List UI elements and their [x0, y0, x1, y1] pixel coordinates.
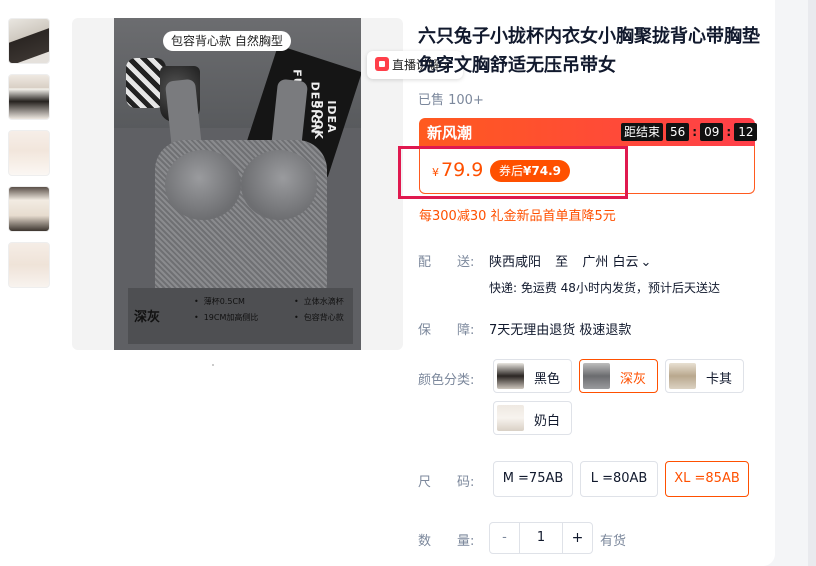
- coupon-info[interactable]: 每300减30 礼金新品首单直降5元: [419, 205, 616, 224]
- quantity-increment-button[interactable]: +: [562, 523, 592, 553]
- shipping-detail: 快递: 免运费 48小时内发货，预计后天送达: [489, 281, 720, 295]
- live-icon: [375, 57, 389, 71]
- product-bra: [149, 78, 334, 300]
- spec-list-left: 薄杯0.5CM 19CM加高侧比: [194, 294, 259, 326]
- promo-banner: 新风潮 距结束 56:09:12: [419, 118, 758, 146]
- quantity-stepper: - 1 +: [489, 522, 593, 554]
- color-option-black[interactable]: 黑色: [493, 359, 572, 393]
- bra-cup-right: [241, 150, 317, 220]
- image-spec-box: 深灰 薄杯0.5CM 19CM加高侧比 立体水滴杯 包容背心款: [128, 288, 353, 344]
- product-card: FURNITU DESIGN IDEA BOOK 包容背心款 自然胸型 深灰 薄…: [0, 0, 775, 566]
- color-swatch: [497, 363, 524, 389]
- countdown-separator: :: [692, 125, 698, 139]
- color-option-label: 卡其: [706, 372, 733, 387]
- size-label: 尺 码:: [418, 475, 475, 490]
- countdown-seconds: 12: [734, 123, 758, 141]
- quantity-decrement-button[interactable]: -: [490, 523, 520, 553]
- main-image-frame: FURNITU DESIGN IDEA BOOK 包容背心款 自然胸型 深灰 薄…: [72, 18, 463, 350]
- color-swatch: [583, 363, 610, 389]
- price-highlight-box: [398, 146, 628, 199]
- shipping-route: 陕西咸阳 至 广州 白云 ⌄: [489, 251, 651, 270]
- image-caption: 包容背心款 自然胸型: [163, 31, 291, 51]
- thumbnail-khaki[interactable]: [8, 130, 50, 176]
- thumbnail-beige[interactable]: [8, 242, 50, 288]
- chevron-down-icon: ⌄: [640, 255, 652, 270]
- thumbnail-cream[interactable]: [8, 186, 50, 232]
- color-option-cream[interactable]: 奶白: [493, 401, 572, 435]
- spec-color: 深灰: [134, 310, 161, 325]
- spec-item: 立体水滴杯: [294, 294, 344, 310]
- countdown-label: 距结束: [621, 123, 664, 141]
- guarantee-text: 7天无理由退货 极速退款: [489, 323, 632, 338]
- countdown-hours: 56: [666, 123, 690, 141]
- color-option-label: 黑色: [534, 372, 561, 387]
- bra-cup-left: [165, 150, 241, 220]
- countdown-separator: :: [726, 125, 732, 139]
- countdown: 距结束 56:09:12: [621, 123, 758, 141]
- color-swatch: [669, 363, 696, 389]
- shipping-to-word: 至: [555, 255, 569, 270]
- guarantee-label: 保 障:: [418, 323, 475, 338]
- scrollbar[interactable]: [808, 0, 816, 566]
- thumbnail-dark-grey[interactable]: [8, 74, 50, 120]
- thumbnail-list: [8, 18, 52, 298]
- size-option-l[interactable]: L =80AB: [580, 461, 658, 497]
- image-indicator-dot: [212, 364, 214, 366]
- quantity-label: 数 量:: [418, 534, 475, 549]
- stock-status: 有货: [600, 534, 627, 549]
- main-product-image[interactable]: FURNITU DESIGN IDEA BOOK 包容背心款 自然胸型 深灰 薄…: [114, 18, 361, 350]
- quantity-input[interactable]: 1: [520, 523, 562, 553]
- thumbnail-black[interactable]: [8, 18, 50, 64]
- shipping-label: 配 送:: [418, 255, 475, 270]
- shipping-destination-label: 广州 白云: [582, 255, 639, 270]
- product-title: 六只兔子小拢杯内衣女小胸聚拢背心带胸垫免穿文胸舒适无压吊带女: [418, 26, 760, 76]
- promo-name: 新风潮: [427, 124, 473, 142]
- shipping-from: 陕西咸阳: [489, 255, 542, 270]
- countdown-minutes: 09: [700, 123, 724, 141]
- color-option-dark-grey[interactable]: 深灰: [579, 359, 658, 393]
- color-label: 颜色分类:: [418, 373, 475, 388]
- size-option-xl[interactable]: XL =85AB: [665, 461, 749, 497]
- color-option-label: 深灰: [620, 372, 647, 387]
- page-side-gutter: [775, 0, 816, 566]
- spec-item: 薄杯0.5CM: [194, 294, 258, 310]
- spec-item: 包容背心款: [294, 310, 344, 326]
- sold-count: 已售 100+: [418, 93, 484, 108]
- size-option-m[interactable]: M =75AB: [493, 461, 573, 497]
- spec-item: 19CM加高侧比: [194, 310, 259, 326]
- color-swatch: [497, 405, 524, 431]
- spec-list-right: 立体水滴杯 包容背心款: [294, 294, 344, 326]
- color-option-khaki[interactable]: 卡其: [665, 359, 744, 393]
- shipping-destination[interactable]: 广州 白云 ⌄: [582, 255, 651, 270]
- color-option-label: 奶白: [534, 414, 561, 429]
